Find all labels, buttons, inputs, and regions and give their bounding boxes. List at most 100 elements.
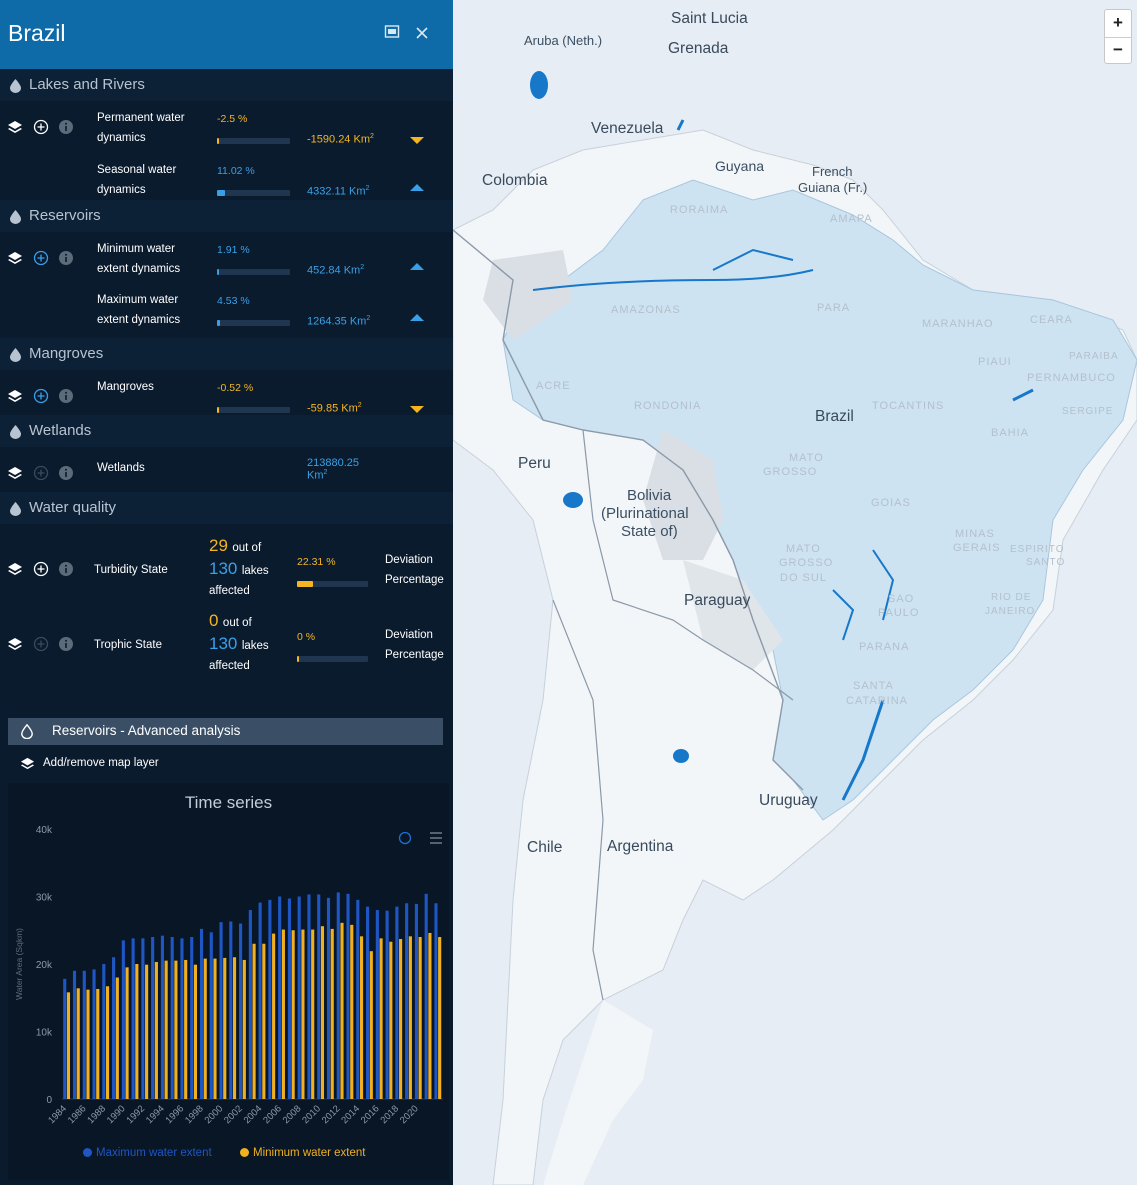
x-tick-label: 2000: [203, 1103, 226, 1126]
total-lakes-line: 130 lakes: [209, 559, 269, 578]
metric-row-permanent-water: Permanent water dynamics -2.5 % -1590.24 K…: [0, 103, 453, 155]
map-label: SAO: [888, 593, 915, 605]
map-label: Aruba (Neth.): [524, 33, 603, 48]
quality-row-trophic: Trophic State 0 out of 130 lakes affected 0 …: [0, 610, 453, 680]
legend-item-maximum[interactable]: Maximum water extent: [83, 1147, 212, 1159]
bar-maximum: [375, 910, 379, 1099]
total-lakes-line: 130 lakes: [209, 634, 269, 653]
add-circle-icon[interactable]: [33, 250, 49, 266]
metric-percent: -0.52 %: [217, 382, 254, 394]
map-label: RIO DE: [991, 592, 1032, 603]
map-label: GERAIS: [953, 542, 1001, 554]
metric-row-maximum-water-extent: Maximum water extent dynamics 4.53 % 1264.…: [0, 285, 453, 337]
bar-maximum: [336, 892, 340, 1099]
x-tick-label: 2014: [339, 1103, 362, 1126]
close-icon[interactable]: [410, 22, 434, 46]
bar-minimum: [115, 977, 119, 1099]
legend-item-minimum[interactable]: Minimum water extent: [240, 1147, 365, 1159]
map-label: Grenada: [668, 40, 729, 57]
chart-menu-icon[interactable]: [430, 832, 442, 844]
map-label: Venezuela: [591, 120, 664, 137]
advanced-analysis-bar[interactable]: Reservoirs - Advanced analysis: [8, 718, 443, 745]
bar-maximum: [278, 896, 282, 1099]
map-basemap: [453, 0, 1137, 1185]
time-series-chart: Time series 0 10k 20k 30k 40k Water Area (Sqk…: [8, 783, 449, 1180]
map-view[interactable]: Saint Lucia Aruba (Neth.) Grenada Venezu…: [453, 0, 1137, 1185]
x-tick-label: 1994: [144, 1103, 167, 1126]
quality-percent: 22.31 %: [297, 556, 336, 568]
legend-dot-maximum: [83, 1148, 92, 1157]
bar-maximum: [395, 906, 399, 1099]
panel-header: Brazil: [0, 0, 453, 69]
page-title: Brazil: [8, 20, 66, 46]
layers-icon: [20, 757, 35, 770]
bar-minimum: [174, 960, 178, 1099]
metric-label: Permanent water dynamics: [97, 112, 185, 144]
metric-progress-fill: [217, 320, 221, 326]
section-mangroves[interactable]: Mangroves: [0, 338, 453, 370]
add-circle-icon: [33, 465, 49, 481]
bar-maximum: [239, 923, 243, 1099]
layers-icon[interactable]: [7, 561, 23, 577]
map-label: PIAUI: [978, 356, 1012, 368]
layers-icon[interactable]: [7, 119, 23, 135]
map-label: PARANA: [859, 641, 910, 653]
layers-icon[interactable]: [7, 388, 23, 404]
layers-icon[interactable]: [7, 465, 23, 481]
layers-icon[interactable]: [7, 250, 23, 266]
zoom-out-button[interactable]: −: [1105, 37, 1131, 63]
info-icon[interactable]: [58, 388, 74, 404]
metric-area-unit: Km2: [307, 469, 328, 482]
metric-progress-fill: [217, 269, 219, 275]
info-icon[interactable]: [58, 561, 74, 577]
chart-info-icon[interactable]: [398, 831, 412, 845]
metric-row-seasonal-water: Seasonal water dynamics 11.02 % 4332.11 Km…: [0, 155, 453, 201]
metric-label: Minimum water extent dynamics: [97, 243, 181, 275]
bar-maximum: [424, 893, 428, 1099]
bar-minimum: [135, 964, 139, 1099]
bar-minimum: [145, 964, 149, 1099]
section-lakes-and-rivers[interactable]: Lakes and Rivers: [0, 69, 453, 101]
map-label: GOIAS: [871, 497, 911, 509]
map-label: MARANHAO: [922, 318, 994, 330]
info-icon[interactable]: [58, 250, 74, 266]
section-reservoirs[interactable]: Reservoirs: [0, 200, 453, 232]
metric-progress-fill: [217, 138, 219, 144]
bar-minimum: [389, 941, 393, 1099]
x-tick-label: 2020: [398, 1103, 421, 1126]
water-drop-icon: [10, 425, 21, 439]
map-label: CATARINA: [846, 695, 908, 707]
metric-percent: 4.53 %: [217, 295, 250, 307]
map-label: Chile: [527, 839, 563, 856]
bar-maximum: [326, 897, 331, 1099]
map-label: PARA: [817, 302, 851, 314]
map-label: Uruguay: [759, 792, 818, 809]
bar-maximum: [82, 970, 86, 1099]
bar-maximum: [268, 899, 272, 1099]
y-tick-label: 10k: [36, 1028, 53, 1039]
add-circle-icon[interactable]: [33, 388, 49, 404]
percentage-label: Percentage: [385, 574, 444, 586]
bar-minimum: [311, 929, 315, 1099]
legend-dot-minimum: [240, 1148, 249, 1157]
info-icon[interactable]: [58, 465, 74, 481]
section-wetlands[interactable]: Wetlands: [0, 415, 453, 447]
info-icon[interactable]: [58, 636, 74, 652]
legend-label-minimum: Minimum water extent: [253, 1147, 366, 1159]
deviation-label: Deviation: [385, 554, 433, 566]
bar-minimum: [125, 967, 129, 1099]
x-tick-label: 2002: [222, 1103, 245, 1126]
info-icon[interactable]: [58, 119, 74, 135]
add-circle-icon[interactable]: [33, 636, 49, 652]
zoom-in-button[interactable]: +: [1105, 10, 1131, 36]
affected-word: affected: [209, 660, 250, 672]
metric-area: -1590.24 Km2: [307, 133, 374, 146]
add-circle-icon[interactable]: [33, 119, 49, 135]
download-icon[interactable]: [380, 22, 404, 46]
map-label: SANTO: [1026, 557, 1066, 568]
map-label: GROSSO: [779, 557, 834, 569]
add-circle-icon[interactable]: [33, 561, 49, 577]
metric-percent: -2.5 %: [217, 113, 248, 125]
layers-icon[interactable]: [7, 636, 23, 652]
section-water-quality[interactable]: Water quality: [0, 492, 453, 524]
